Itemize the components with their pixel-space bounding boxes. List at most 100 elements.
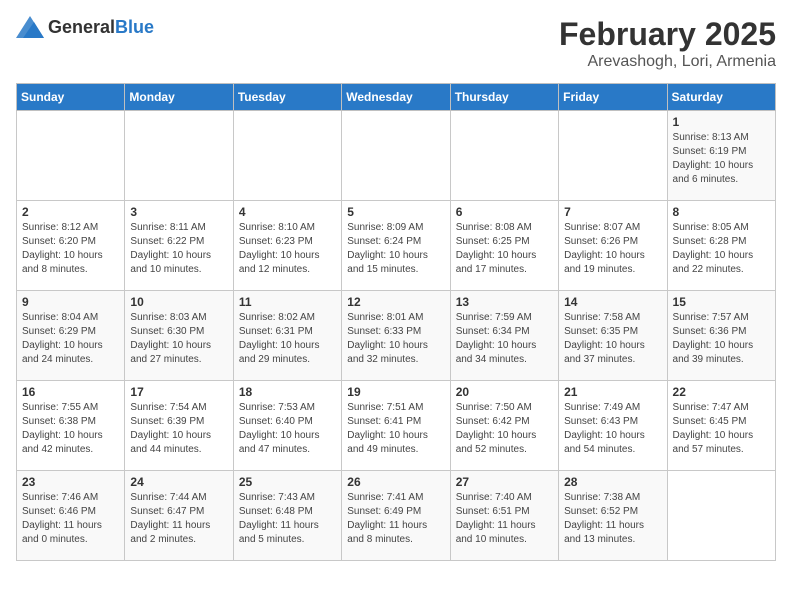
table-row: 4Sunrise: 8:10 AMSunset: 6:23 PMDaylight… — [233, 201, 341, 291]
day-number: 17 — [130, 385, 227, 399]
day-info: Sunrise: 8:12 AMSunset: 6:20 PMDaylight:… — [22, 222, 103, 275]
day-info: Sunrise: 8:09 AMSunset: 6:24 PMDaylight:… — [347, 222, 428, 275]
day-info: Sunrise: 8:01 AMSunset: 6:33 PMDaylight:… — [347, 312, 428, 365]
day-number: 9 — [22, 295, 119, 309]
table-row — [17, 111, 125, 201]
table-row: 7 Sunrise: 8:07 AMSunset: 6:26 PMDaylight… — [559, 201, 667, 291]
day-info: Sunrise: 7:55 AMSunset: 6:38 PMDaylight:… — [22, 402, 103, 455]
day-info: Sunrise: 7:53 AMSunset: 6:40 PMDaylight:… — [239, 402, 320, 455]
day-number: 1 — [673, 115, 770, 129]
page-header: GeneralBlue February 2025 Arevashogh, Lo… — [16, 16, 776, 71]
day-info: Sunrise: 7:44 AMSunset: 6:47 PMDaylight:… — [130, 492, 210, 545]
day-number: 3 — [130, 205, 227, 219]
logo-blue: Blue — [115, 17, 154, 37]
day-info: Sunrise: 8:13 AMSunset: 6:19 PMDaylight:… — [673, 132, 754, 185]
table-row: 10 Sunrise: 8:03 AMSunset: 6:30 PMDayligh… — [125, 291, 233, 381]
table-row: 9 Sunrise: 8:04 AMSunset: 6:29 PMDaylight… — [17, 291, 125, 381]
day-info: Sunrise: 7:51 AMSunset: 6:41 PMDaylight:… — [347, 402, 428, 455]
day-info: Sunrise: 8:05 AMSunset: 6:28 PMDaylight:… — [673, 222, 754, 275]
table-row: 17 Sunrise: 7:54 AMSunset: 6:39 PMDayligh… — [125, 381, 233, 471]
day-info: Sunrise: 7:58 AMSunset: 6:35 PMDaylight:… — [564, 312, 645, 365]
calendar-title: February 2025 — [559, 16, 776, 53]
day-number: 5 — [347, 205, 444, 219]
day-number: 10 — [130, 295, 227, 309]
table-row: 25 Sunrise: 7:43 AMSunset: 6:48 PMDayligh… — [233, 471, 341, 561]
day-number: 15 — [673, 295, 770, 309]
table-row: 8Sunrise: 8:05 AMSunset: 6:28 PMDaylight… — [667, 201, 775, 291]
table-row: 18Sunrise: 7:53 AMSunset: 6:40 PMDayligh… — [233, 381, 341, 471]
day-info: Sunrise: 7:49 AMSunset: 6:43 PMDaylight:… — [564, 402, 645, 455]
day-number: 20 — [456, 385, 553, 399]
calendar-subtitle: Arevashogh, Lori, Armenia — [559, 53, 776, 71]
table-row: 24 Sunrise: 7:44 AMSunset: 6:47 PMDayligh… — [125, 471, 233, 561]
header-friday: Friday — [559, 84, 667, 111]
table-row: 15 Sunrise: 7:57 AMSunset: 6:36 PMDayligh… — [667, 291, 775, 381]
day-info: Sunrise: 7:54 AMSunset: 6:39 PMDaylight:… — [130, 402, 211, 455]
table-row — [450, 111, 558, 201]
day-info: Sunrise: 7:41 AMSunset: 6:49 PMDaylight:… — [347, 492, 427, 545]
day-number: 19 — [347, 385, 444, 399]
day-info: Sunrise: 7:47 AMSunset: 6:45 PMDaylight:… — [673, 402, 754, 455]
table-row — [233, 111, 341, 201]
logo: GeneralBlue — [16, 16, 154, 38]
day-info: Sunrise: 7:57 AMSunset: 6:36 PMDaylight:… — [673, 312, 754, 365]
day-info: Sunrise: 8:03 AMSunset: 6:30 PMDaylight:… — [130, 312, 211, 365]
table-row: 2Sunrise: 8:12 AMSunset: 6:20 PMDaylight… — [17, 201, 125, 291]
day-number: 16 — [22, 385, 119, 399]
day-info: Sunrise: 7:43 AMSunset: 6:48 PMDaylight:… — [239, 492, 319, 545]
day-number: 27 — [456, 475, 553, 489]
day-number: 23 — [22, 475, 119, 489]
table-row: 21 Sunrise: 7:49 AMSunset: 6:43 PMDayligh… — [559, 381, 667, 471]
day-number: 21 — [564, 385, 661, 399]
day-info: Sunrise: 7:46 AMSunset: 6:46 PMDaylight:… — [22, 492, 102, 545]
day-info: Sunrise: 8:04 AMSunset: 6:29 PMDaylight:… — [22, 312, 103, 365]
table-row: 3 Sunrise: 8:11 AMSunset: 6:22 PMDaylight… — [125, 201, 233, 291]
day-number: 24 — [130, 475, 227, 489]
table-row — [559, 111, 667, 201]
table-row — [125, 111, 233, 201]
weekday-header-row: Sunday Monday Tuesday Wednesday Thursday… — [17, 84, 776, 111]
day-info: Sunrise: 8:11 AMSunset: 6:22 PMDaylight:… — [130, 222, 211, 275]
table-row: 6Sunrise: 8:08 AMSunset: 6:25 PMDaylight… — [450, 201, 558, 291]
day-number: 12 — [347, 295, 444, 309]
header-tuesday: Tuesday — [233, 84, 341, 111]
header-saturday: Saturday — [667, 84, 775, 111]
day-number: 28 — [564, 475, 661, 489]
calendar-week-row: 1 Sunrise: 8:13 AMSunset: 6:19 PMDaylight… — [17, 111, 776, 201]
logo-general: General — [48, 17, 115, 37]
header-wednesday: Wednesday — [342, 84, 450, 111]
table-row — [667, 471, 775, 561]
day-number: 13 — [456, 295, 553, 309]
table-row: 26 Sunrise: 7:41 AMSunset: 6:49 PMDayligh… — [342, 471, 450, 561]
header-thursday: Thursday — [450, 84, 558, 111]
day-number: 7 — [564, 205, 661, 219]
day-number: 11 — [239, 295, 336, 309]
day-info: Sunrise: 7:59 AMSunset: 6:34 PMDaylight:… — [456, 312, 537, 365]
calendar-table: Sunday Monday Tuesday Wednesday Thursday… — [16, 83, 776, 561]
day-info: Sunrise: 7:40 AMSunset: 6:51 PMDaylight:… — [456, 492, 536, 545]
day-info: Sunrise: 8:07 AMSunset: 6:26 PMDaylight:… — [564, 222, 645, 275]
title-block: February 2025 Arevashogh, Lori, Armenia — [559, 16, 776, 71]
day-number: 6 — [456, 205, 553, 219]
table-row: 16 Sunrise: 7:55 AMSunset: 6:38 PMDayligh… — [17, 381, 125, 471]
day-number: 25 — [239, 475, 336, 489]
day-number: 22 — [673, 385, 770, 399]
table-row: 5 Sunrise: 8:09 AMSunset: 6:24 PMDaylight… — [342, 201, 450, 291]
table-row: 23 Sunrise: 7:46 AMSunset: 6:46 PMDayligh… — [17, 471, 125, 561]
table-row: 20 Sunrise: 7:50 AMSunset: 6:42 PMDayligh… — [450, 381, 558, 471]
header-monday: Monday — [125, 84, 233, 111]
table-row: 12 Sunrise: 8:01 AMSunset: 6:33 PMDayligh… — [342, 291, 450, 381]
table-row: 27 Sunrise: 7:40 AMSunset: 6:51 PMDayligh… — [450, 471, 558, 561]
calendar-week-row: 9 Sunrise: 8:04 AMSunset: 6:29 PMDaylight… — [17, 291, 776, 381]
day-info: Sunrise: 7:38 AMSunset: 6:52 PMDaylight:… — [564, 492, 644, 545]
table-row: 22 Sunrise: 7:47 AMSunset: 6:45 PMDayligh… — [667, 381, 775, 471]
table-row: 11Sunrise: 8:02 AMSunset: 6:31 PMDayligh… — [233, 291, 341, 381]
table-row: 28 Sunrise: 7:38 AMSunset: 6:52 PMDayligh… — [559, 471, 667, 561]
table-row — [342, 111, 450, 201]
day-number: 26 — [347, 475, 444, 489]
day-number: 4 — [239, 205, 336, 219]
table-row: 1 Sunrise: 8:13 AMSunset: 6:19 PMDaylight… — [667, 111, 775, 201]
day-info: Sunrise: 7:50 AMSunset: 6:42 PMDaylight:… — [456, 402, 537, 455]
table-row: 14Sunrise: 7:58 AMSunset: 6:35 PMDayligh… — [559, 291, 667, 381]
header-sunday: Sunday — [17, 84, 125, 111]
